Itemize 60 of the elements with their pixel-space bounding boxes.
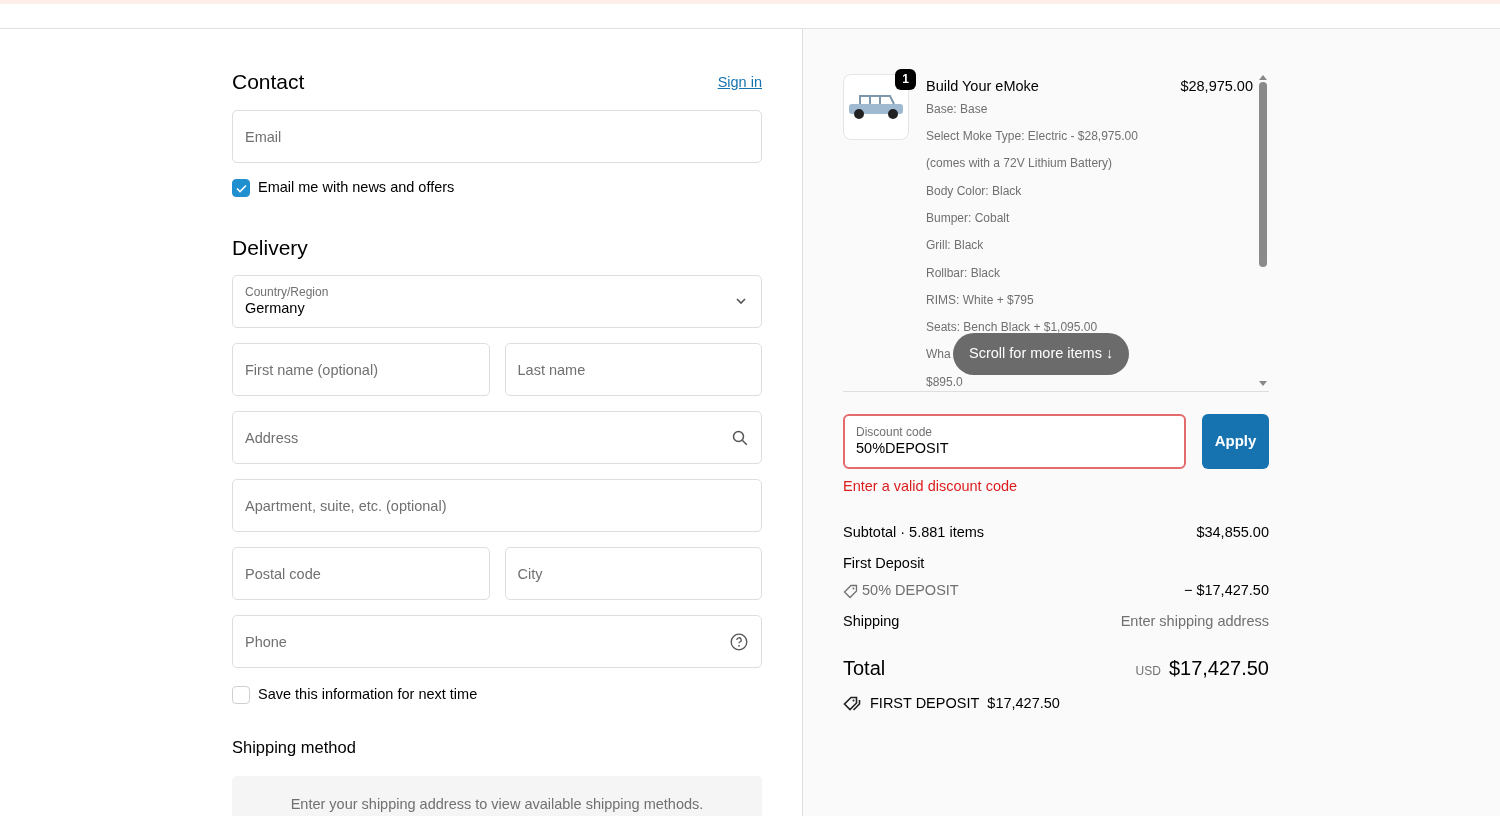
input-field[interactable]: Apartment, suite, etc. (optional) (232, 479, 762, 533)
product-option: Base: Base (926, 95, 988, 124)
section-heading: Shipping method (232, 736, 357, 758)
checkbox-label: Save this information for next time (258, 685, 478, 705)
discount-tag: 50% DEPOSIT (862, 580, 959, 602)
input-field[interactable]: Address (232, 411, 762, 465)
scroll-up-icon[interactable] (1258, 74, 1268, 80)
checkbox[interactable] (232, 686, 250, 704)
product-option: (comes with a 72V Lithium Battery) (926, 150, 1113, 178)
scroll-hint-button[interactable]: Scroll for more items ↓ (953, 333, 1130, 375)
checkmark-icon (235, 183, 247, 193)
savings-label: FIRST DEPOSIT (870, 693, 980, 713)
search-icon[interactable] (732, 429, 748, 446)
summary-value: − $17,427.50 (1183, 581, 1269, 601)
input-field[interactable]: Email (232, 110, 762, 164)
section-heading: Contact (232, 69, 305, 95)
country-select[interactable]: Country/Region Germany (232, 275, 762, 329)
summary-label: Shipping (843, 612, 900, 631)
product-option: Grill: Black (926, 232, 984, 260)
summary-value: $34,855.00 (1196, 522, 1269, 542)
total-value: $17,427.50 (1168, 655, 1269, 681)
total-label: Total (843, 655, 886, 681)
input-field[interactable]: City (504, 547, 762, 601)
scroll-down-icon[interactable] (1258, 381, 1268, 387)
shipping-notice: Enter your shipping address to view available shipping methods. (232, 775, 762, 816)
input-field[interactable]: Last name (504, 343, 762, 397)
help-icon[interactable] (730, 632, 748, 651)
checkbox[interactable] (232, 179, 250, 198)
input-field[interactable]: First name (optional) (232, 343, 490, 397)
select-label: Country/Region (245, 285, 329, 300)
field-value: 50%DEPOSIT (856, 439, 950, 459)
scrollbar-thumb[interactable] (1259, 82, 1267, 267)
vehicle-icon (846, 92, 906, 122)
summary-label: First Deposit (843, 553, 925, 573)
product-option: Bumper: Cobalt (926, 204, 1010, 233)
product-title: Build Your eMoke (926, 77, 1039, 96)
input-field[interactable]: Postal code (232, 547, 490, 601)
savings-value: $17,427.50 (987, 693, 1060, 713)
discount-field[interactable]: Discount code 50%DEPOSIT (843, 414, 1186, 469)
select-value: Germany (245, 299, 305, 319)
product-option: RIMS: White + $795 (926, 286, 1034, 315)
quantity-badge: 1 (895, 69, 916, 90)
error-message: Enter a valid discount code (843, 477, 1019, 496)
summary-label: Subtotal · 5.881 items (843, 522, 985, 542)
currency-label: USD (1135, 662, 1161, 680)
product-option: Body Color: Black (926, 177, 1022, 205)
section-heading: Delivery (232, 234, 309, 261)
chevron-down-icon (735, 297, 747, 306)
product-option: Rollbar: Black (926, 259, 1001, 287)
sign-in-link[interactable]: Sign in (717, 72, 762, 95)
product-option: Wha (926, 341, 951, 369)
input-field[interactable]: Phone (232, 615, 762, 669)
product-option: Select Moke Type: Electric - $28,975.00 (926, 123, 1138, 151)
checkbox-label: Email me with news and offers (258, 178, 455, 198)
apply-button[interactable]: Apply (1202, 414, 1269, 469)
field-label: Discount code (856, 425, 934, 440)
tags-icon (843, 695, 862, 712)
summary-value: Enter shipping address (1120, 612, 1269, 631)
tag-icon (843, 583, 858, 599)
product-price: $28,975.00 (1180, 77, 1253, 96)
